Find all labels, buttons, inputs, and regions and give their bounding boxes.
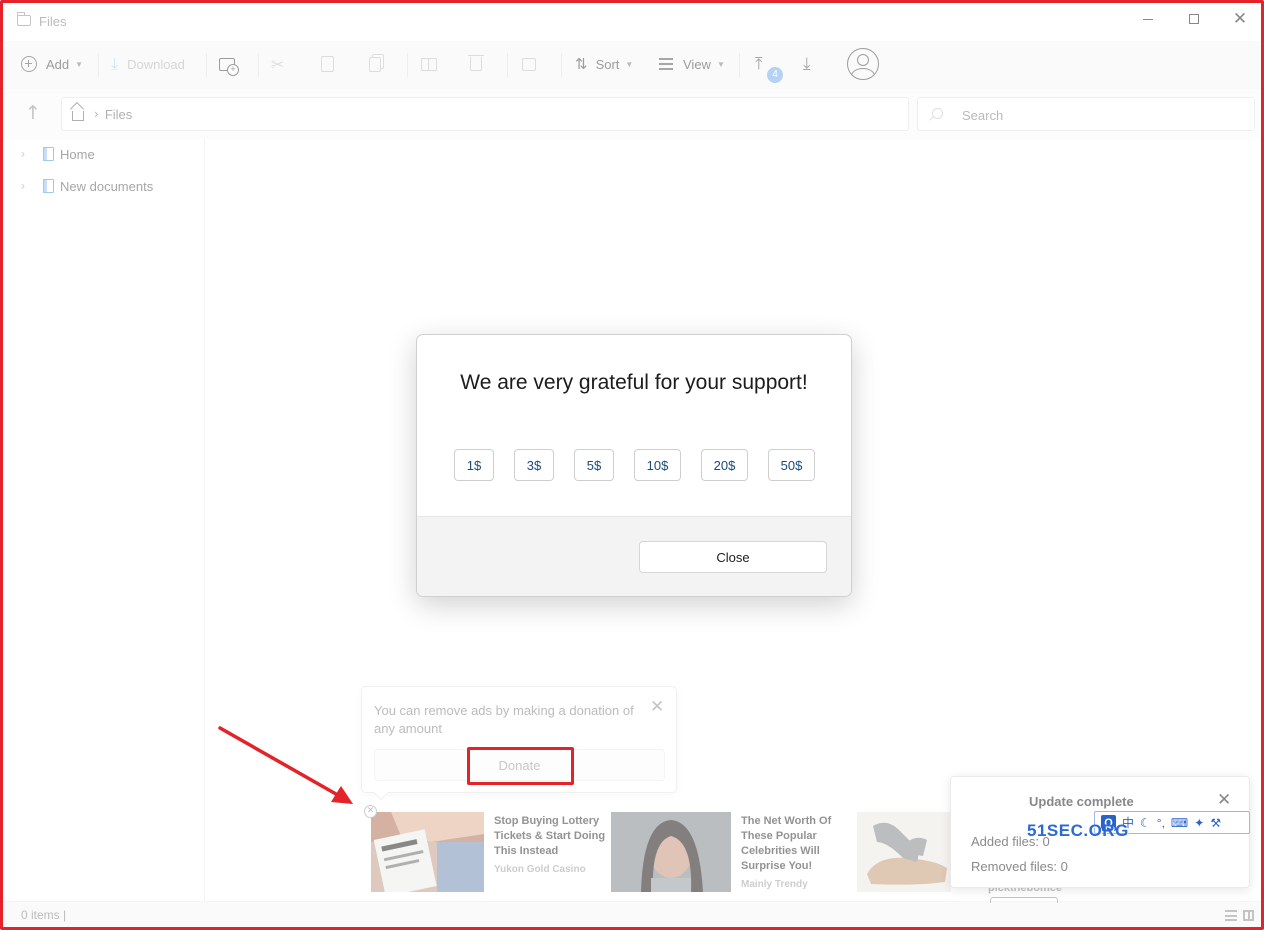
donate-amount-button[interactable]: 5$ [574, 449, 614, 481]
wrench-icon[interactable]: ⚒ [1210, 816, 1221, 830]
toast-removed-files: Removed files: 0 [971, 859, 1068, 874]
keyboard-icon[interactable]: ⌨ [1171, 816, 1188, 830]
watermark: 51SEC.ORG [1027, 821, 1129, 840]
donate-amount-button[interactable]: 10$ [634, 449, 681, 481]
ime-punctuation[interactable]: °, [1157, 816, 1165, 830]
donate-amount-button[interactable]: 50$ [768, 449, 815, 481]
support-dialog: We are very grateful for your support! 1… [416, 334, 852, 597]
tool-icon[interactable]: ✦ [1194, 816, 1204, 830]
moon-icon[interactable]: ☾ [1140, 816, 1151, 830]
dialog-footer: Close [417, 516, 851, 596]
toast-title: Update complete [1029, 794, 1134, 809]
annotation-highlight-box [467, 747, 574, 785]
donate-amount-button[interactable]: 1$ [454, 449, 494, 481]
dialog-title: We are very grateful for your support! [460, 371, 808, 394]
donate-amount-button[interactable]: 20$ [701, 449, 748, 481]
donate-amount-button[interactable]: 3$ [514, 449, 554, 481]
close-button[interactable]: Close [639, 541, 827, 573]
annotation-arrow-icon [218, 726, 353, 804]
close-icon[interactable]: ✕ [1217, 790, 1231, 810]
